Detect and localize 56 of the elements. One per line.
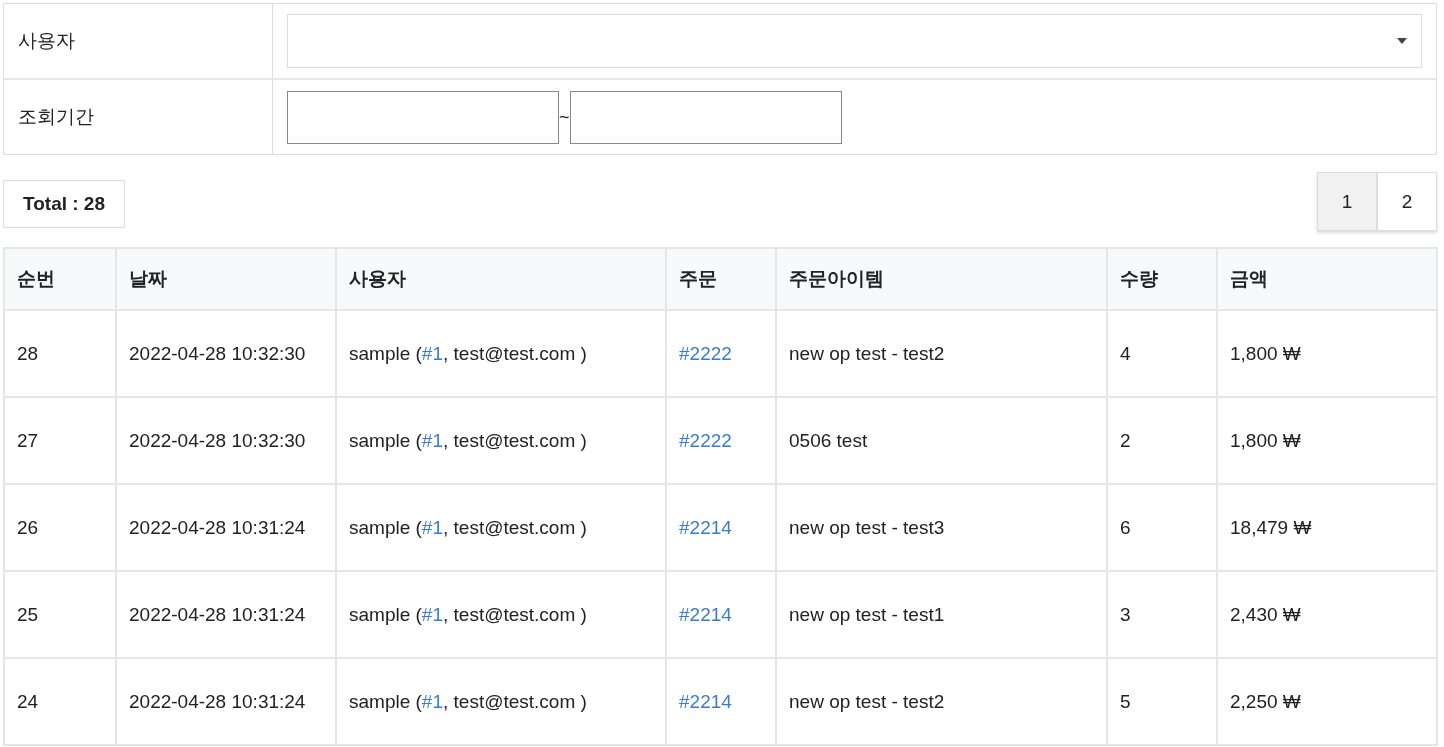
end-date-field[interactable] [569,90,842,144]
table-cell: sample (#1, test@test.com ) [336,571,666,658]
user-id-link[interactable]: #1 [421,690,443,712]
column-header: 순번 [4,248,116,310]
table-cell: new op test - test1 [776,571,1107,658]
table-cell: 6 [1107,484,1217,571]
total-count: Total : 28 [3,180,125,228]
table-cell: 2,430 ₩ [1217,571,1437,658]
column-header: 주문 [666,248,776,310]
table-cell: 18,479 ₩ [1217,484,1437,571]
page-button[interactable]: 1 [1318,173,1378,230]
table-cell: 5 [1107,658,1217,745]
table-cell: 4 [1107,310,1217,397]
table-cell: 2,250 ₩ [1217,658,1437,745]
dropdown-caret-icon [1397,38,1407,44]
order-link[interactable]: #2214 [679,690,732,712]
range-separator: ~ [559,106,570,128]
table-cell: sample (#1, test@test.com ) [336,658,666,745]
table-cell: 28 [4,310,116,397]
start-date-field[interactable] [287,90,559,144]
order-link[interactable]: #2214 [679,603,732,625]
user-id-link[interactable]: #1 [421,342,443,364]
table-cell: 0506 test [776,397,1107,484]
table-cell: new op test - test2 [776,658,1107,745]
table-cell: 1,800 ₩ [1217,310,1437,397]
table-cell: 26 [4,484,116,571]
user-id-link[interactable]: #1 [421,603,443,625]
table-cell: new op test - test3 [776,484,1107,571]
table-cell: 2022-04-28 10:31:24 [116,658,336,745]
table-cell: 2 [1107,397,1217,484]
table-cell: 2022-04-28 10:32:30 [116,310,336,397]
table-cell: 1,800 ₩ [1217,397,1437,484]
page-button[interactable]: 2 [1378,173,1436,230]
field-label: 사용자 [4,4,273,80]
table-cell: 3 [1107,571,1217,658]
table-cell: sample (#1, test@test.com ) [336,484,666,571]
table-cell: 2022-04-28 10:32:30 [116,397,336,484]
user-id-link[interactable]: #1 [421,516,443,538]
column-header: 주문아이템 [776,248,1107,310]
column-header: 날짜 [116,248,336,310]
order-link[interactable]: #2222 [679,429,732,451]
table-cell: 24 [4,658,116,745]
order-link[interactable]: #2214 [679,516,732,538]
table-cell: sample (#1, test@test.com ) [336,310,666,397]
table-cell: new op test - test2 [776,310,1107,397]
table-cell: 25 [4,571,116,658]
table-cell: 27 [4,397,116,484]
user-id-link[interactable]: #1 [421,429,443,451]
column-header: 사용자 [336,248,666,310]
column-header: 금액 [1217,248,1437,310]
column-header: 수량 [1107,248,1217,310]
order-link[interactable]: #2222 [679,342,732,364]
table-cell: 2022-04-28 10:31:24 [116,484,336,571]
table-cell: 2022-04-28 10:31:24 [116,571,336,658]
field-label: 조회기간 [4,80,273,154]
table-cell: sample (#1, test@test.com ) [336,397,666,484]
